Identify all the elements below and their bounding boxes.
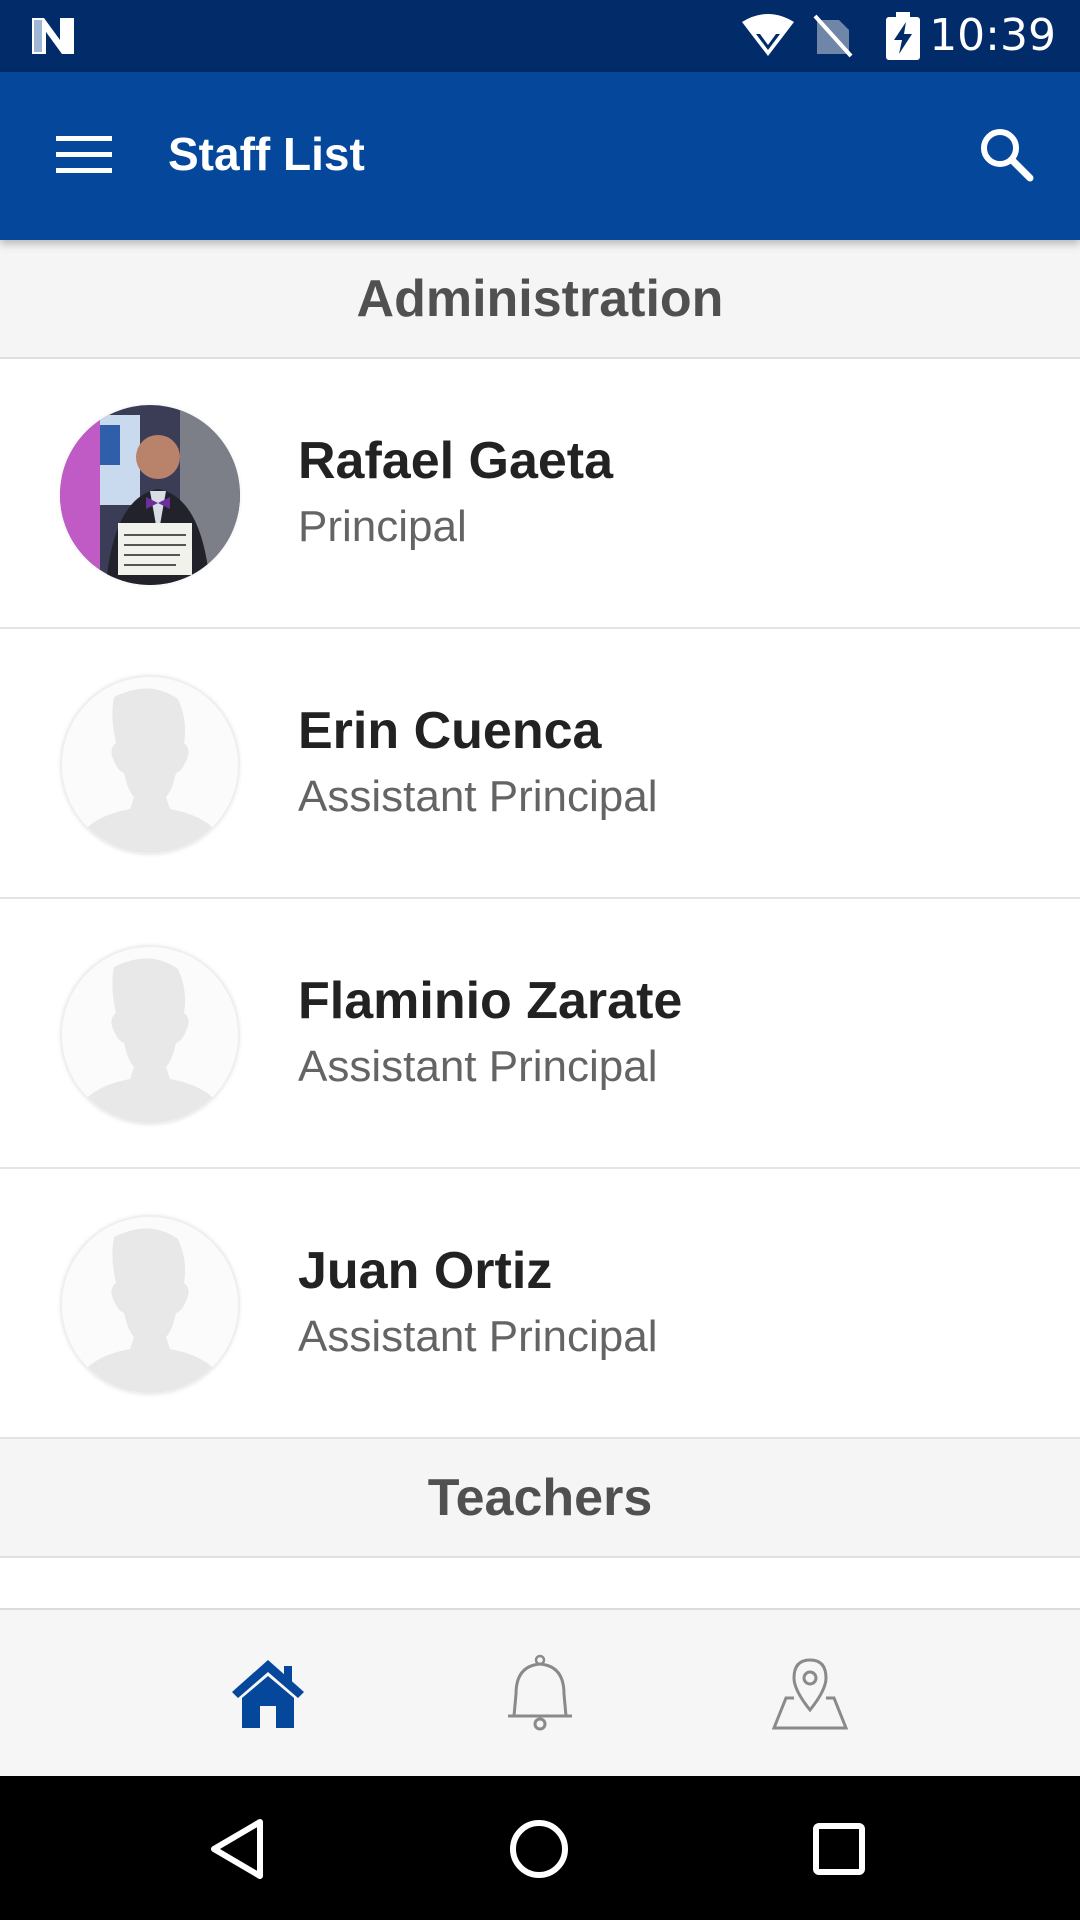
menu-icon[interactable] — [54, 130, 114, 180]
staff-list[interactable]: Administration Rafael Gaeta Principal Er… — [0, 240, 1080, 1608]
staff-name: Flaminio Zarate — [298, 972, 683, 1030]
section-header-teachers: Teachers — [0, 1439, 1080, 1558]
back-icon[interactable] — [204, 1814, 274, 1884]
home-circle-icon[interactable] — [504, 1814, 574, 1884]
staff-role: Assistant Principal — [298, 1042, 658, 1091]
staff-role: Assistant Principal — [298, 1312, 658, 1361]
system-nav-bar — [0, 1776, 1080, 1920]
no-sim-icon — [813, 14, 853, 58]
bottom-nav — [0, 1608, 1080, 1778]
staff-name: Rafael Gaeta — [298, 432, 614, 490]
person-silhouette-icon — [78, 1228, 222, 1393]
recents-icon[interactable] — [804, 1814, 874, 1884]
wifi-icon — [742, 14, 794, 56]
staff-name: Juan Ortiz — [298, 1242, 553, 1300]
search-icon[interactable] — [976, 124, 1036, 184]
staff-role: Principal — [298, 502, 467, 551]
staff-row[interactable]: Flaminio Zarate Assistant Principal — [0, 899, 1080, 1169]
staff-row[interactable]: Erin Cuenca Assistant Principal — [0, 629, 1080, 899]
bell-icon[interactable] — [500, 1654, 580, 1734]
person-silhouette-icon — [78, 688, 222, 853]
status-bar: 10:39 — [0, 0, 1080, 72]
staff-role: Assistant Principal — [298, 772, 658, 821]
staff-name: Erin Cuenca — [298, 702, 602, 760]
staff-photo — [60, 405, 240, 585]
avatar — [60, 1215, 240, 1395]
map-pin-icon[interactable] — [770, 1654, 850, 1734]
battery-charging-icon — [886, 12, 920, 60]
notification-n-icon — [32, 18, 74, 54]
staff-row[interactable]: Juan Ortiz Assistant Principal — [0, 1169, 1080, 1439]
avatar — [60, 405, 240, 585]
avatar — [60, 675, 240, 855]
home-icon[interactable] — [228, 1654, 308, 1734]
person-silhouette-icon — [78, 958, 222, 1123]
status-time: 10:39 — [929, 10, 1056, 61]
staff-row[interactable]: Rafael Gaeta Principal — [0, 359, 1080, 629]
avatar — [60, 945, 240, 1125]
section-header-administration: Administration — [0, 240, 1080, 359]
page-title: Staff List — [168, 128, 365, 180]
app-bar: Staff List — [0, 72, 1080, 240]
